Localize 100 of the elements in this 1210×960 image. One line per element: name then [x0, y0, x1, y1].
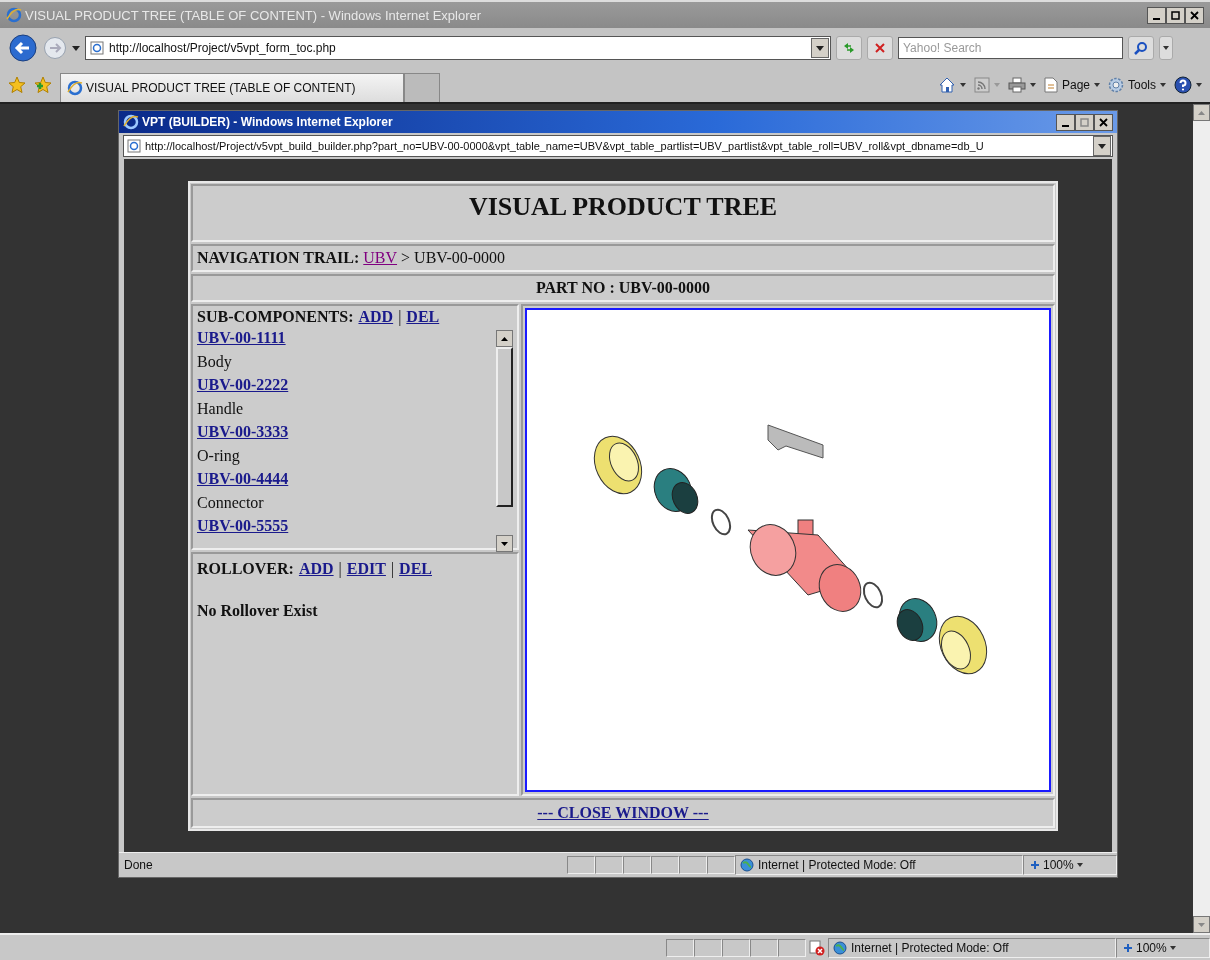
status-pane: [623, 856, 651, 874]
status-pane: [778, 938, 806, 957]
part-number: PART NO : UBV-00-0000: [535, 279, 711, 297]
print-button[interactable]: [1007, 77, 1036, 93]
scrollbar[interactable]: [496, 330, 513, 552]
zoom-button[interactable]: 100%: [1023, 855, 1117, 875]
action-link[interactable]: DEL: [406, 308, 440, 326]
browser-logo-icon: [123, 114, 139, 130]
status-pane: [722, 938, 750, 957]
action-link[interactable]: ADD: [358, 308, 394, 326]
status-pane: [595, 856, 623, 874]
zoom-icon: [1030, 860, 1040, 870]
history-dropdown-button[interactable]: [72, 45, 80, 51]
window-title: VISUAL PRODUCT TREE (TABLE OF CONTENT) - Windows Internet Explorer: [25, 7, 483, 23]
page-heading: VISUAL PRODUCT TREE: [468, 192, 778, 223]
up-arrow-icon: [1198, 110, 1205, 115]
zoom-icon: [1123, 942, 1133, 953]
part-link[interactable]: UBV-00-5555: [197, 514, 289, 538]
caret-icon: [1076, 863, 1083, 867]
browser-logo-icon: [67, 80, 83, 96]
help-button[interactable]: [1174, 76, 1202, 94]
close-window-link[interactable]: --- CLOSE WINDOW ---: [537, 804, 709, 822]
down-arrow-icon: [1198, 922, 1205, 927]
address-dropdown-button[interactable]: [1093, 136, 1111, 156]
minimize-button[interactable]: [1056, 113, 1075, 131]
separator: |: [390, 560, 395, 578]
trail-current: > UBV-00-0000: [401, 249, 506, 267]
part-name: O-ring: [197, 445, 240, 467]
empty-message: No Rollover Exist: [197, 602, 319, 620]
search-options-button[interactable]: [1159, 36, 1173, 60]
globe-icon: [833, 940, 847, 955]
command-menu-button[interactable]: Page: [1043, 77, 1100, 93]
blocked-page-icon: [809, 939, 825, 956]
command-menu-button[interactable]: Tools: [1108, 77, 1166, 93]
address-dropdown-button[interactable]: [811, 38, 829, 58]
search-field[interactable]: Yahoo! Search: [898, 37, 1123, 59]
status-pane: [694, 938, 722, 957]
refresh-icon: [842, 41, 856, 55]
home-icon: [937, 76, 956, 94]
search-button[interactable]: [1128, 36, 1154, 60]
trail-label: NAVIGATION TRAIL:: [197, 249, 360, 267]
down-arrow-icon: [501, 541, 508, 546]
security-zone: Internet | Protected Mode: Off: [758, 858, 916, 872]
back-button[interactable]: [8, 33, 38, 63]
address-field[interactable]: http://localhost/Project/v5vpt_build_builder.php?part_no=UBV-00-0000&vpt_table_name=UBV&vpt_table_partlist=UBV_partlist&vpt_table_roll=UBV_roll&vpt_dbname=db_U: [123, 135, 1113, 157]
browser-logo-icon: [6, 7, 22, 23]
caret-icon: [1094, 83, 1100, 87]
scroll-thumb[interactable]: [496, 347, 513, 507]
minimize-icon: [1153, 17, 1160, 20]
separator: |: [338, 560, 342, 578]
part-name: Handle: [197, 398, 244, 419]
action-link[interactable]: DEL: [399, 560, 432, 578]
section-label: SUB-COMPONENTS:: [197, 308, 354, 326]
maximize-icon: [1080, 117, 1089, 127]
part-link[interactable]: UBV-00-1111: [197, 326, 286, 350]
action-link[interactable]: ADD: [298, 560, 334, 578]
part-link[interactable]: UBV-00-4444: [197, 467, 289, 491]
caret-icon: [1029, 83, 1036, 87]
maximize-button[interactable]: [1166, 6, 1185, 24]
stop-button[interactable]: [867, 36, 893, 60]
help-icon: [1174, 76, 1192, 94]
caret-icon: [1196, 83, 1202, 87]
caret-icon: [816, 45, 824, 51]
up-arrow-icon: [501, 336, 508, 341]
close-button[interactable]: [1185, 6, 1204, 24]
favorites-star-icon[interactable]: [8, 76, 26, 94]
status-text: Done: [123, 858, 154, 872]
feed-icon: [973, 77, 990, 93]
scroll-up-button[interactable]: [496, 330, 513, 347]
trail-link[interactable]: UBV: [363, 249, 398, 267]
part-link[interactable]: UBV-00-3333: [197, 420, 289, 444]
part-link[interactable]: UBV-00-2222: [197, 373, 289, 397]
status-pane: [651, 856, 679, 874]
close-icon: [1099, 117, 1108, 127]
caret-icon: [1163, 46, 1169, 50]
part-name: Body: [197, 351, 232, 373]
address-field[interactable]: http://localhost/Project/v5vpt_form_toc.php: [85, 36, 831, 60]
caret-icon: [1169, 945, 1176, 950]
refresh-button[interactable]: [836, 36, 862, 60]
scroll-down-button[interactable]: [496, 535, 513, 552]
close-icon: [1190, 10, 1199, 20]
section-label: ROLLOVER:: [197, 560, 294, 578]
status-pane: [750, 938, 778, 957]
separator: |: [398, 308, 402, 326]
action-link[interactable]: EDIT: [346, 560, 386, 578]
close-button[interactable]: [1094, 113, 1113, 131]
browser-tab[interactable]: VISUAL PRODUCT TREE (TABLE OF CONTENT): [60, 73, 404, 102]
gear-icon: [1108, 77, 1124, 93]
caret-icon: [1160, 83, 1166, 87]
maximize-icon: [1171, 10, 1180, 20]
minimize-icon: [1062, 124, 1069, 127]
home-button[interactable]: [937, 76, 966, 94]
status-pane: [567, 856, 595, 874]
maximize-button[interactable]: [1075, 113, 1094, 131]
page-icon: [90, 41, 104, 55]
popup-title: VPT (BUILDER) - Windows Internet Explorer: [142, 115, 394, 129]
caret-icon: [1098, 143, 1106, 149]
zoom-button[interactable]: 100%: [1116, 937, 1210, 958]
status-pane: [666, 938, 694, 957]
minimize-button[interactable]: [1147, 6, 1166, 24]
